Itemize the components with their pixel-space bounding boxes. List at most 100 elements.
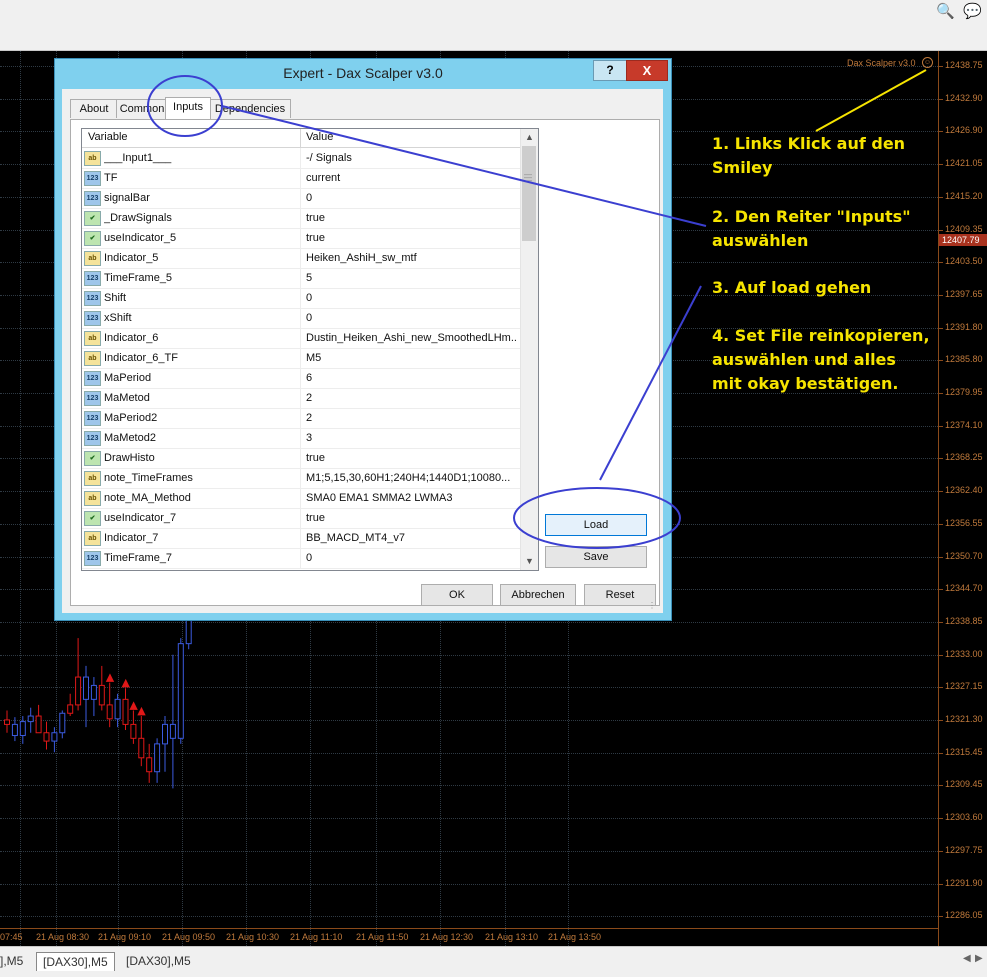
table-row[interactable]: 123 MaPeriod2 2 [82,408,520,429]
grid-header: Variable Value [82,129,520,148]
ok-button[interactable]: OK [421,584,493,606]
row-value[interactable]: true [306,512,518,524]
table-row[interactable]: 123 xShift 0 [82,308,520,329]
price-label: 12438.75 [945,60,983,70]
tab-dependencies[interactable]: Dependencies [209,99,291,118]
row-value[interactable]: 0 [306,292,518,304]
table-row[interactable]: 123 MaMetod2 3 [82,428,520,449]
save-button[interactable]: Save [545,546,647,568]
number-type-icon: 123 [84,551,101,566]
time-label: 21 Aug 11:50 [356,932,409,942]
boolean-type-icon: ✔ [84,231,101,246]
row-value[interactable]: 0 [306,192,518,204]
table-row[interactable]: ✔ useIndicator_5 true [82,228,520,249]
table-row[interactable]: ab Indicator_7 BB_MACD_MT4_v7 [82,528,520,549]
chart-tab-3[interactable]: [DAX30],M5 [120,952,197,970]
tab-common[interactable]: Common [116,99,168,118]
table-row[interactable]: ✔ useIndicator_7 true [82,508,520,529]
row-variable: MaPeriod [104,372,152,384]
tab-about[interactable]: About [70,99,118,118]
time-axis: 07:45 21 Aug 08:30 21 Aug 09:10 21 Aug 09:5… [0,928,938,947]
column-variable[interactable]: Variable [88,131,128,143]
price-label: 12379.95 [945,387,983,397]
row-value[interactable]: M5 [306,352,518,364]
table-row[interactable]: ab Indicator_5 Heiken_AshiH_sw_mtf [82,248,520,269]
cancel-button[interactable]: Abbrechen [500,584,576,606]
row-value[interactable]: current [306,172,518,184]
candle-body [27,715,34,723]
grid-scrollbar[interactable]: ▲ — — — ▼ [520,129,538,570]
row-value[interactable]: M1;5,15,30,60H1;240H4;1440D1;10080... [306,472,518,484]
string-type-icon: ab [84,151,101,166]
number-type-icon: 123 [84,191,101,206]
table-row[interactable]: 123 signalBar 0 [82,188,520,209]
load-button[interactable]: Load [545,514,647,536]
resize-grip-icon[interactable]: ⋮ [648,602,656,610]
table-row[interactable]: 123 TimeFrame_5 5 [82,268,520,289]
smiley-icon[interactable]: ☺ [922,57,933,68]
table-row[interactable]: 123 TimeFrame_7 0 [82,548,520,569]
price-tick [939,229,943,231]
close-button[interactable]: X [626,60,668,81]
chart-tab-2[interactable]: [DAX30],M5 [36,952,115,971]
row-variable: MaMetod2 [104,432,156,444]
scroll-right-icon[interactable]: ▶ [975,953,983,964]
scroll-left-icon[interactable]: ◀ [963,953,971,964]
table-row[interactable]: 123 TF current [82,168,520,189]
time-label: 21 Aug 09:10 [98,932,152,942]
row-value[interactable]: 0 [306,312,518,324]
table-row[interactable]: ✔ _DrawSignals true [82,208,520,229]
table-row[interactable]: 123 MaPeriod 6 [82,368,520,389]
price-tick [939,164,943,166]
candle-body [83,676,89,700]
table-row[interactable]: ab Indicator_6_TF M5 [82,348,520,369]
row-value[interactable]: 6 [306,372,518,384]
reset-button[interactable]: Reset [584,584,656,606]
row-value[interactable]: 3 [306,432,518,444]
price-tick [939,589,943,591]
number-type-icon: 123 [84,271,101,286]
row-value[interactable]: 2 [306,392,518,404]
string-type-icon: ab [84,331,101,346]
number-type-icon: 123 [84,431,101,446]
annotation-step-3: 3. Auf load gehen [712,278,872,297]
row-value[interactable]: -/ Signals [306,152,518,164]
search-icon[interactable]: 🔍 [936,2,955,20]
row-value[interactable]: 2 [306,412,518,424]
table-row[interactable]: ✔ DrawHisto true [82,448,520,469]
row-value[interactable]: Heiken_AshiH_sw_mtf [306,252,518,264]
column-value[interactable]: Value [306,131,333,143]
row-value[interactable]: true [306,452,518,464]
number-type-icon: 123 [84,291,101,306]
row-value[interactable]: 0 [306,552,518,564]
row-value[interactable]: true [306,212,518,224]
price-label: 12315.45 [945,746,983,757]
table-row[interactable]: 123 MaMetod 2 [82,388,520,409]
candle-body [59,712,66,734]
row-value[interactable]: 5 [306,272,518,284]
price-tick [939,556,943,558]
row-value[interactable]: SMA0 EMA1 SMMA2 LWMA3 [306,492,518,504]
chat-bubbles-icon[interactable]: 💬 [963,2,982,20]
scroll-up-icon[interactable]: ▲ [521,129,538,146]
scroll-down-icon[interactable]: ▼ [521,553,538,570]
candle-body [90,684,97,700]
boolean-type-icon: ✔ [84,451,101,466]
table-row[interactable]: ab ___Input1___ -/ Signals [82,148,520,169]
tab-inputs[interactable]: Inputs [165,97,211,119]
table-row[interactable]: ab Indicator_6 Dustin_Heiken_Ashi_new_Smoo… [82,328,520,349]
chart-tab-1[interactable]: ],M5 [0,952,29,970]
row-value[interactable]: BB_MACD_MT4_v7 [306,532,518,544]
row-value[interactable]: Dustin_Heiken_Ashi_new_SmoothedLHm... [306,332,518,344]
price-tick [939,294,943,296]
row-variable: useIndicator_5 [104,232,177,244]
help-button[interactable]: ? [593,60,627,81]
row-value[interactable]: true [306,232,518,244]
table-row[interactable]: ab note_TimeFrames M1;5,15,30,60H1;240H4;1… [82,468,520,489]
sell-signal-icon: ▲ [106,671,115,684]
table-row[interactable]: 123 Shift 0 [82,288,520,309]
price-label: 12397.65 [945,288,983,299]
inputs-grid[interactable]: Variable Value ab ___Input1___ -/ Signals 1… [81,128,539,571]
scroll-thumb[interactable] [522,146,536,241]
table-row[interactable]: ab note_MA_Method SMA0 EMA1 SMMA2 LWMA3 [82,488,520,509]
